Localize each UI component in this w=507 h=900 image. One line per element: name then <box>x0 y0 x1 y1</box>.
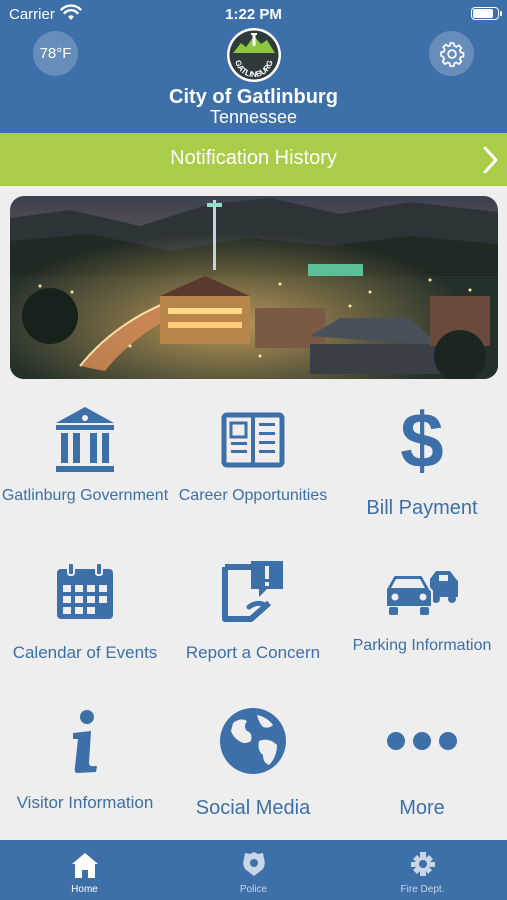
menu-item-label: Visitor Information <box>16 793 154 812</box>
globe-icon <box>220 708 286 774</box>
tab-label: Home <box>71 884 98 895</box>
info-icon <box>73 710 97 773</box>
menu-item-label: Bill Payment <box>366 497 478 519</box>
state-subtitle: Tennessee <box>209 107 298 127</box>
menu-item-label: Report a Concern <box>185 643 321 662</box>
calendar-icon <box>57 562 113 619</box>
notification-history-label: Notification History <box>170 147 337 169</box>
cars-icon <box>385 571 458 615</box>
home-icon <box>71 853 98 878</box>
city-title: City of Gatlinburg <box>169 86 338 108</box>
tab-label: Fire Dept. <box>400 884 445 895</box>
status-bar: Carrier 1:22 PM <box>0 0 507 28</box>
tab-home[interactable]: Home <box>0 840 169 900</box>
report-concern-icon <box>222 561 283 622</box>
svg-text:$: $ <box>400 401 443 477</box>
app-header: Carrier 1:22 PM 78°F GATLINBURG City of … <box>0 0 507 133</box>
newspaper-icon <box>221 412 285 468</box>
menu-item-calendar[interactable]: Calendar of Events <box>1 545 169 693</box>
more-dots-icon <box>387 732 457 750</box>
government-building-icon <box>56 407 114 472</box>
gatlinburg-logo: GATLINBURG <box>227 28 281 82</box>
menu-item-label: Parking Information <box>352 637 492 654</box>
gear-icon <box>439 41 464 67</box>
battery-icon <box>471 7 502 20</box>
clock: 1:22 PM <box>225 6 282 23</box>
menu-item-label: Social Media <box>195 797 311 819</box>
tab-label: Police <box>239 884 268 895</box>
menu-item-parking[interactable]: Parking Information <box>338 545 506 693</box>
police-badge-icon <box>242 852 265 876</box>
menu-item-report-concern[interactable]: Report a Concern <box>169 545 337 693</box>
tab-police[interactable]: Police <box>169 840 338 900</box>
menu-item-label: Career Opportunities <box>178 487 328 504</box>
menu-item-career[interactable]: Career Opportunities <box>169 395 337 543</box>
chevron-right-icon <box>483 146 498 174</box>
menu-item-social-media[interactable]: Social Media <box>169 695 337 843</box>
bottom-tab-bar: Home Police Fire Dept. <box>0 840 507 900</box>
dollar-sign-icon: $ <box>400 401 443 477</box>
temperature-label: 78°F <box>39 45 72 62</box>
notification-history-bar[interactable]: Notification History <box>0 133 507 186</box>
settings-button[interactable] <box>429 31 474 76</box>
gatlinburg-town-photo <box>10 196 498 379</box>
menu-item-visitor-info[interactable]: Visitor Information <box>1 695 169 843</box>
menu-item-label: More <box>399 797 445 819</box>
menu-item-government[interactable]: Gatlinburg Government <box>1 395 169 543</box>
tab-fire-dept[interactable]: Fire Dept. <box>338 840 507 900</box>
fire-emblem-icon <box>410 852 435 876</box>
menu-item-more[interactable]: More <box>338 695 506 843</box>
menu-item-label: Gatlinburg Government <box>1 487 169 504</box>
weather-temperature-button[interactable]: 78°F <box>33 31 78 76</box>
menu-item-label: Calendar of Events <box>12 643 158 662</box>
menu-item-bill-payment[interactable]: $ Bill Payment <box>338 395 506 543</box>
